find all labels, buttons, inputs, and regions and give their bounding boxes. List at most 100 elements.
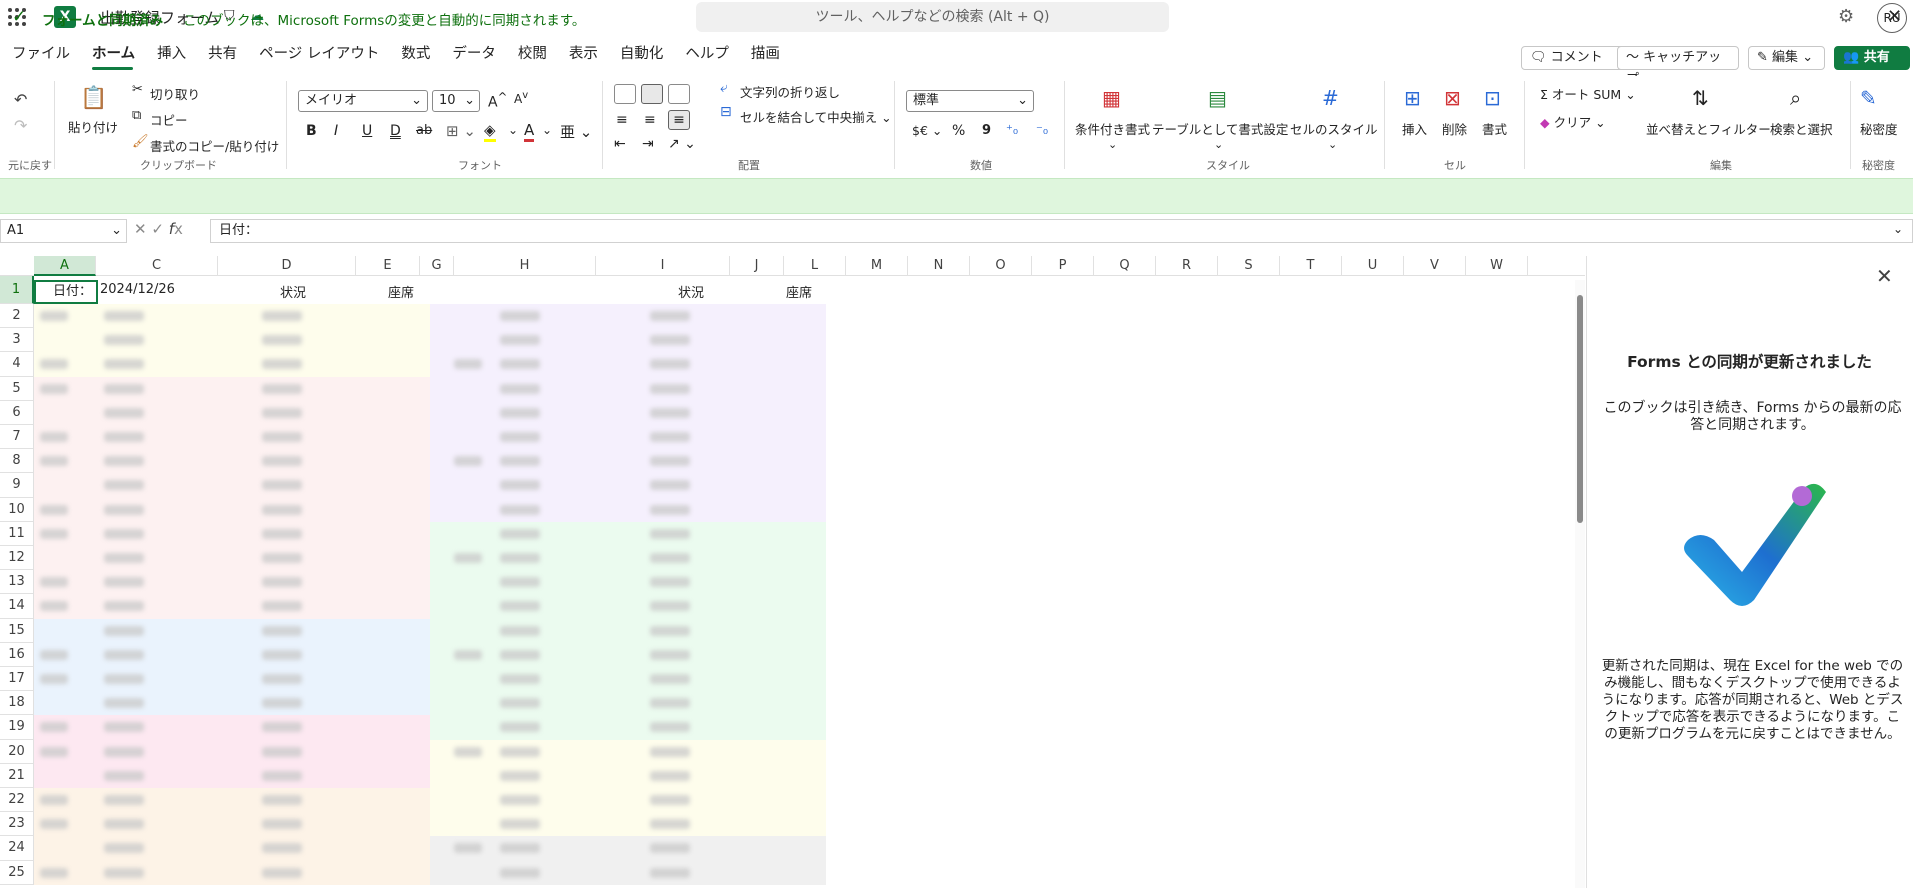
increase-font-icon[interactable]: A^ bbox=[488, 90, 507, 111]
format-painter-icon[interactable]: 🖌 bbox=[132, 134, 149, 149]
row-header-25[interactable]: 25 bbox=[0, 860, 34, 885]
row-header-2[interactable]: 2 bbox=[0, 304, 34, 329]
copy-button[interactable]: コピー bbox=[150, 110, 188, 129]
column-header-i[interactable]: I bbox=[596, 256, 730, 276]
catchup-button[interactable]: 〜 キャッチアップ bbox=[1617, 46, 1739, 87]
column-header-m[interactable]: M bbox=[846, 256, 908, 276]
orientation-icon[interactable]: ↗ ⌄ bbox=[668, 136, 696, 152]
cell-styles-dropdown[interactable]: ⌄ bbox=[1328, 138, 1337, 151]
redo-icon[interactable]: ↷ bbox=[14, 116, 27, 135]
row-header-14[interactable]: 14 bbox=[0, 594, 34, 619]
strikethrough-button[interactable]: ab bbox=[416, 123, 432, 138]
tab-2[interactable]: 挿入 bbox=[145, 44, 196, 68]
format-table-dropdown[interactable]: ⌄ bbox=[1214, 138, 1223, 151]
format-painter-button[interactable]: 書式のコピー/貼り付け bbox=[150, 136, 279, 155]
clear-button[interactable]: ◆ クリア ⌄ bbox=[1540, 112, 1606, 131]
find-select-button[interactable]: 検索と選択 bbox=[1770, 119, 1833, 138]
row-header-22[interactable]: 22 bbox=[0, 788, 34, 813]
align-middle-icon[interactable] bbox=[641, 84, 663, 104]
decrease-font-icon[interactable]: Av bbox=[514, 90, 528, 106]
column-header-n[interactable]: N bbox=[908, 256, 970, 276]
column-header-j[interactable]: J bbox=[730, 256, 784, 276]
column-header-p[interactable]: P bbox=[1032, 256, 1094, 276]
edit-mode-button[interactable]: ✎ 編集 ⌄ bbox=[1748, 46, 1825, 70]
sort-filter-button[interactable]: 並べ替えとフィルター bbox=[1646, 119, 1771, 138]
column-header-t[interactable]: T bbox=[1280, 256, 1342, 276]
name-box[interactable]: A1 ⌄ bbox=[0, 219, 127, 243]
gear-icon[interactable]: ⚙ bbox=[1838, 6, 1854, 27]
increase-decimal-icon[interactable]: ⁺₀ bbox=[1006, 123, 1018, 138]
row-header-19[interactable]: 19 bbox=[0, 715, 34, 740]
tab-0[interactable]: ファイル bbox=[0, 44, 80, 68]
undo-icon[interactable]: ↶ bbox=[14, 90, 27, 109]
close-icon[interactable]: ✕ bbox=[1887, 6, 1902, 27]
merge-center-icon[interactable]: ⊟ bbox=[720, 104, 732, 120]
row-header-9[interactable]: 9 bbox=[0, 473, 34, 498]
row-header-10[interactable]: 10 bbox=[0, 497, 34, 522]
column-header-v[interactable]: V bbox=[1404, 256, 1466, 276]
row-header-7[interactable]: 7 bbox=[0, 425, 34, 450]
double-underline-button[interactable]: D bbox=[390, 123, 401, 139]
comment-button[interactable]: 🗨 コメント bbox=[1521, 46, 1625, 70]
cell-styles-icon[interactable]: # bbox=[1322, 86, 1339, 110]
cell-i1[interactable]: 状況 bbox=[678, 282, 704, 306]
format-cells-icon[interactable]: ⊡ bbox=[1484, 86, 1501, 110]
align-left-icon[interactable]: ≡ bbox=[616, 112, 628, 128]
tab-5[interactable]: 数式 bbox=[389, 44, 440, 68]
decrease-decimal-icon[interactable]: ⁻₀ bbox=[1036, 123, 1048, 138]
tab-8[interactable]: 表示 bbox=[557, 44, 608, 68]
column-header-w[interactable]: W bbox=[1466, 256, 1528, 276]
paste-button[interactable]: 貼り付け bbox=[68, 117, 118, 136]
wrap-text-button[interactable]: 文字列の折り返し bbox=[740, 82, 840, 101]
row-header-8[interactable]: 8 bbox=[0, 449, 34, 474]
percent-button[interactable]: % bbox=[952, 123, 965, 139]
column-header-c[interactable]: C bbox=[96, 256, 218, 276]
spreadsheet-grid[interactable]: ACDEGHIJLMNOPQRSTUVW 1 2 3 4 5 6 7 8 9 10 11 12 13 14… bbox=[0, 256, 1585, 888]
cell-c1[interactable]: 2024/12/26 bbox=[100, 278, 175, 302]
font-color-dropdown[interactable]: ⌄ bbox=[542, 123, 552, 137]
row-header-18[interactable]: 18 bbox=[0, 691, 34, 716]
currency-button[interactable]: $€ ⌄ bbox=[912, 123, 942, 138]
italic-button[interactable]: I bbox=[334, 123, 338, 139]
column-header-o[interactable]: O bbox=[970, 256, 1032, 276]
row-header-12[interactable]: 12 bbox=[0, 546, 34, 571]
comma-button[interactable]: 9 bbox=[982, 123, 991, 138]
row-header-15[interactable]: 15 bbox=[0, 618, 34, 643]
align-top-icon[interactable] bbox=[614, 84, 636, 104]
column-header-r[interactable]: R bbox=[1156, 256, 1218, 276]
tab-7[interactable]: 校閲 bbox=[506, 44, 557, 68]
decrease-indent-icon[interactable]: ⇤ bbox=[614, 136, 626, 152]
tab-3[interactable]: 共有 bbox=[196, 44, 247, 68]
format-table-button[interactable]: テーブルとして書式設定 bbox=[1152, 119, 1288, 138]
font-size-dropdown[interactable]: 10 ⌄ bbox=[432, 90, 480, 112]
row-header-17[interactable]: 17 bbox=[0, 667, 34, 692]
conditional-format-button[interactable]: 条件付き書式 bbox=[1075, 119, 1150, 138]
column-header-e[interactable]: E bbox=[356, 256, 420, 276]
search-box[interactable]: ツール、ヘルプなどの検索 (Alt + Q) bbox=[696, 2, 1169, 32]
tab-4[interactable]: ページ レイアウト bbox=[247, 44, 389, 68]
row-header-6[interactable]: 6 bbox=[0, 400, 34, 425]
format-table-icon[interactable]: ▤ bbox=[1208, 86, 1227, 110]
sensitivity-button[interactable]: 秘密度 bbox=[1860, 119, 1898, 138]
column-header-s[interactable]: S bbox=[1218, 256, 1280, 276]
align-center-icon[interactable]: ≡ bbox=[644, 112, 656, 128]
delete-cells-button[interactable]: 削除 bbox=[1442, 119, 1467, 138]
align-bottom-icon[interactable] bbox=[668, 84, 690, 104]
sensitivity-icon[interactable]: ✎ bbox=[1860, 86, 1877, 110]
cell-j1[interactable]: 座席 bbox=[786, 282, 812, 306]
insert-cells-icon[interactable]: ⊞ bbox=[1404, 86, 1421, 110]
find-select-icon[interactable]: ⌕ bbox=[1790, 86, 1801, 110]
number-format-dropdown[interactable]: 標準 ⌄ bbox=[906, 90, 1034, 112]
column-header-u[interactable]: U bbox=[1342, 256, 1404, 276]
row-header-13[interactable]: 13 bbox=[0, 570, 34, 595]
autosum-button[interactable]: Σ オート SUM ⌄ bbox=[1540, 84, 1636, 103]
tab-9[interactable]: 自動化 bbox=[608, 44, 674, 68]
fill-color-icon[interactable]: ◈ bbox=[484, 121, 496, 142]
share-button[interactable]: 👥 共有 ⌄ bbox=[1834, 46, 1910, 87]
row-header-1[interactable]: 1 bbox=[0, 276, 34, 304]
tab-6[interactable]: データ bbox=[440, 44, 506, 68]
borders-icon[interactable]: ⊞ ⌄ bbox=[446, 122, 476, 140]
wrap-text-icon[interactable]: ⤶ bbox=[720, 80, 728, 96]
cell-a1[interactable]: 日付： bbox=[34, 280, 98, 304]
insert-cells-button[interactable]: 挿入 bbox=[1402, 119, 1427, 138]
